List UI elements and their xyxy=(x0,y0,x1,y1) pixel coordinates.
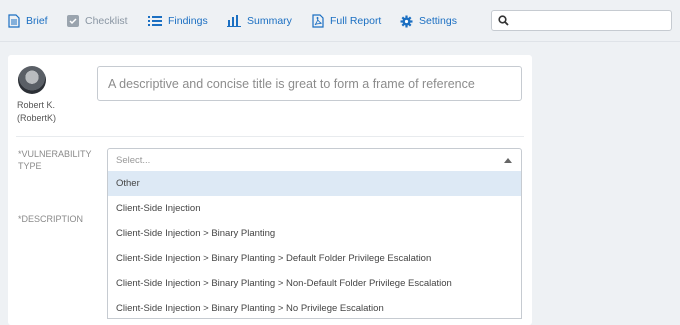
vulnerability-type-label: *VULNERABILITY TYPE xyxy=(18,148,92,172)
description-label: *DESCRIPTION xyxy=(18,214,84,224)
dropdown-option[interactable]: Other xyxy=(108,171,521,196)
search-icon xyxy=(498,15,509,26)
search-input[interactable] xyxy=(514,13,670,30)
dropdown-option[interactable]: Client-Side Injection > Binary Planting … xyxy=(108,246,521,271)
nav-settings[interactable]: Settings xyxy=(400,12,457,30)
nav-summary-label: Summary xyxy=(247,15,292,27)
dropdown-option[interactable]: Client-Side Injection > Binary Planting xyxy=(108,221,521,246)
gear-icon xyxy=(400,15,413,27)
list-icon xyxy=(148,16,162,26)
document-icon xyxy=(8,14,20,28)
nav-findings-label: Findings xyxy=(168,15,208,27)
title-input[interactable] xyxy=(98,67,521,100)
nav-settings-label: Settings xyxy=(419,15,457,27)
nav-brief[interactable]: Brief xyxy=(8,12,48,30)
user-info: Robert K. (RobertK) xyxy=(17,99,56,125)
user-name: Robert K. xyxy=(17,100,56,110)
divider xyxy=(16,136,524,137)
chevron-up-icon[interactable] xyxy=(504,158,512,163)
pdf-icon xyxy=(312,14,324,28)
nav-brief-label: Brief xyxy=(26,15,48,27)
title-field[interactable] xyxy=(97,66,522,101)
nav-summary[interactable]: Summary xyxy=(227,12,292,30)
top-nav: Brief Checklist Findings Summary Full Re… xyxy=(0,0,680,42)
nav-full-report-label: Full Report xyxy=(330,15,382,27)
user-handle: (RobertK) xyxy=(17,113,57,123)
nav-full-report[interactable]: Full Report xyxy=(312,12,381,30)
dropdown-option[interactable]: Client-Side Injection > Binary Planting … xyxy=(108,296,521,318)
vulnerability-label-line2: TYPE xyxy=(18,161,42,171)
finding-form-card: Robert K. (RobertK) *VULNERABILITY TYPE … xyxy=(8,55,532,325)
checkbox-icon xyxy=(67,15,79,27)
search-box[interactable] xyxy=(491,10,672,31)
avatar xyxy=(18,66,46,94)
nav-findings[interactable]: Findings xyxy=(148,12,208,30)
nav-checklist[interactable]: Checklist xyxy=(67,12,128,30)
dropdown-option[interactable]: Client-Side Injection xyxy=(108,196,521,221)
bar-chart-icon xyxy=(227,15,241,27)
vulnerability-dropdown: Other Client-Side Injection Client-Side … xyxy=(107,171,522,319)
nav-checklist-label: Checklist xyxy=(85,15,128,27)
dropdown-option[interactable]: Client-Side Injection > Binary Planting … xyxy=(108,271,521,296)
vulnerability-type-select[interactable]: Select... xyxy=(107,148,522,172)
select-value: Select... xyxy=(116,155,151,166)
vulnerability-label-line1: *VULNERABILITY xyxy=(18,149,92,159)
